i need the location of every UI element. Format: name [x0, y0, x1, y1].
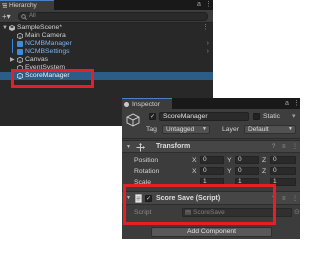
hierarchy-item-canvas[interactable]: ▶ Canvas: [0, 56, 213, 64]
list-icon: [2, 3, 7, 8]
position-z-field[interactable]: 0: [270, 156, 296, 164]
expand-arrow-icon[interactable]: ▶: [10, 56, 15, 64]
tab-inspector[interactable]: Inspector: [122, 98, 172, 109]
add-component-button[interactable]: Add Component: [151, 227, 272, 237]
info-icon: [124, 102, 129, 107]
x-axis-label: X: [192, 168, 197, 175]
object-header: ✓ ScoreManager Static ▾ Tag Untagged ▼ L…: [122, 109, 300, 139]
hierarchy-item-label: Main Camera: [25, 32, 66, 39]
fold-arrow-icon[interactable]: ▼: [126, 141, 131, 153]
hierarchy-item-ncmbsettings[interactable]: NCMBSettings ›: [0, 48, 213, 56]
hierarchy-item-label: Canvas: [25, 56, 49, 63]
highlight-score-save-box: [123, 184, 276, 225]
transform-icon: [136, 143, 145, 152]
inspector-tab-bar: Inspector a ⋮: [122, 98, 300, 109]
static-checkbox[interactable]: [253, 113, 260, 120]
scene-menu-icon[interactable]: ⋮: [202, 24, 209, 32]
tag-label: Tag: [146, 126, 157, 133]
position-label: Position: [134, 157, 159, 164]
rotation-label: Rotation: [134, 168, 160, 175]
tab-hierarchy[interactable]: Hierarchy: [0, 0, 54, 10]
chevron-right-icon[interactable]: ›: [207, 48, 209, 56]
gameobject-icon: [17, 33, 23, 39]
object-name-field[interactable]: ScoreManager: [159, 112, 249, 121]
expand-arrow-icon[interactable]: ▼: [2, 24, 8, 32]
layer-dropdown[interactable]: Default ▼: [244, 125, 296, 134]
hierarchy-item-label: NCMBSettings: [25, 48, 70, 55]
tab-hierarchy-label: Hierarchy: [9, 2, 37, 9]
hierarchy-item-main-camera[interactable]: Main Camera: [0, 32, 213, 40]
transform-component-header[interactable]: ▼ Transform ? ≡ ⋮: [122, 140, 300, 153]
z-axis-label: Z: [262, 157, 267, 164]
chevron-right-icon[interactable]: ›: [207, 40, 209, 48]
position-y-field[interactable]: 0: [235, 156, 259, 164]
search-placeholder: All: [29, 13, 36, 19]
y-axis-label: Y: [227, 168, 232, 175]
hierarchy-tab-bar: Hierarchy a ⋮: [0, 0, 213, 10]
context-menu-icon[interactable]: ⋮: [292, 144, 298, 150]
chevron-down-icon: ▼: [202, 126, 207, 132]
gameobject-icon: [17, 57, 23, 63]
rotation-y-field[interactable]: 0: [235, 167, 259, 175]
layer-label: Layer: [222, 126, 240, 133]
x-axis-label: X: [192, 157, 197, 164]
highlight-scoremanager-box: [11, 69, 94, 88]
scene-label: SampleScene*: [17, 24, 62, 31]
lock-icon[interactable]: a: [197, 0, 201, 10]
tag-value: Untagged: [166, 126, 195, 133]
rotation-z-field[interactable]: 0: [270, 167, 296, 175]
static-label: Static: [263, 113, 280, 120]
prefab-icon: [17, 49, 23, 55]
scene-row[interactable]: ▼ SampleScene* ⋮: [0, 24, 213, 32]
search-icon: [21, 14, 27, 20]
rotation-x-field[interactable]: 0: [200, 167, 224, 175]
hierarchy-item-ncmbmanager[interactable]: NCMBManager ›: [0, 40, 213, 48]
tag-dropdown[interactable]: Untagged ▼: [162, 125, 210, 134]
preset-icon[interactable]: ≡: [282, 196, 288, 202]
position-x-field[interactable]: 0: [200, 156, 224, 164]
preset-icon[interactable]: ≡: [282, 144, 288, 150]
active-checkbox[interactable]: ✓: [149, 113, 156, 120]
hierarchy-toolbar: +▾ All: [0, 10, 213, 23]
z-axis-label: Z: [262, 168, 267, 175]
prefab-icon: [17, 41, 23, 47]
object-picker-icon: ⊙: [294, 209, 300, 216]
add-object-button[interactable]: +▾: [2, 12, 16, 21]
y-axis-label: Y: [227, 157, 232, 164]
chevron-down-icon: ▼: [288, 126, 293, 132]
more-options-icon[interactable]: ⋮: [293, 99, 300, 109]
search-input[interactable]: All: [18, 12, 208, 21]
lock-icon[interactable]: a: [285, 99, 289, 109]
unity-scene-icon: [9, 25, 15, 31]
hierarchy-item-label: NCMBManager: [25, 40, 72, 47]
prefab-override-bar: [12, 39, 13, 53]
transform-title: Transform: [156, 143, 191, 150]
context-menu-icon[interactable]: ⋮: [292, 196, 298, 202]
help-icon[interactable]: ?: [272, 144, 278, 150]
gameobject-icon: [126, 113, 140, 127]
tab-inspector-label: Inspector: [132, 101, 160, 108]
layer-value: Default: [248, 126, 269, 133]
more-options-icon[interactable]: ⋮: [205, 0, 212, 10]
static-dropdown-icon[interactable]: ▾: [292, 112, 295, 121]
